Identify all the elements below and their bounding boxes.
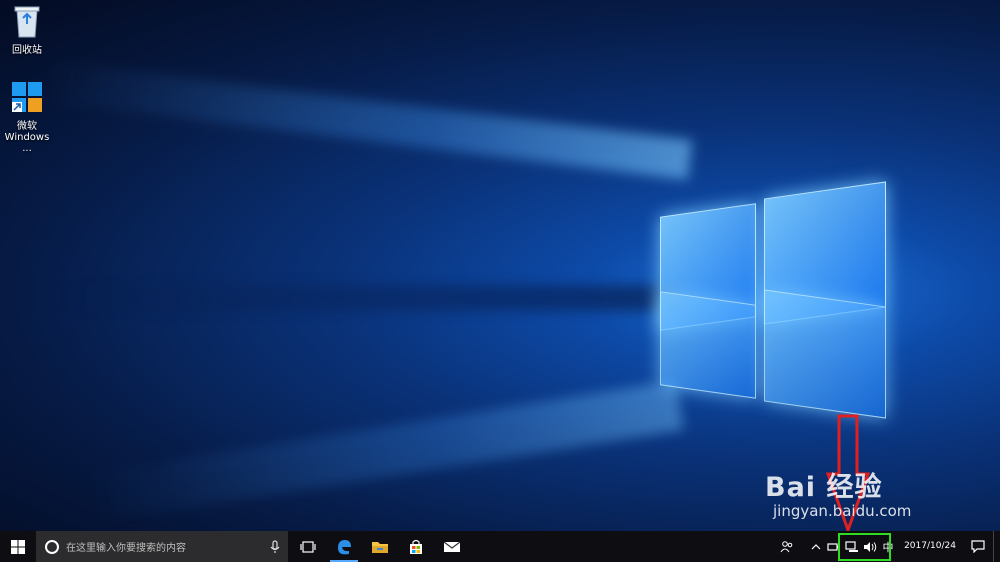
- light-beam: [60, 285, 680, 311]
- desktop-icon-recycle-bin[interactable]: 回收站: [0, 4, 54, 56]
- baidu-watermark: Bai 经验 jingyan.baidu.com: [765, 465, 965, 520]
- taskbar-app-edge[interactable]: [326, 531, 362, 562]
- watermark-main: Bai 经验: [765, 472, 883, 503]
- folder-icon: [372, 541, 388, 553]
- desktop-icon-label: 微软 Windows ...: [4, 121, 50, 154]
- desktop[interactable]: 回收站 微软 Windows ... Bai 经验 jingyan.baidu.…: [0, 0, 1000, 531]
- people-icon: [780, 540, 793, 552]
- light-beam: [83, 380, 684, 524]
- watermark-sub: jingyan.baidu.com: [773, 502, 912, 520]
- windows-start-icon: [11, 539, 25, 554]
- date-display[interactable]: 2017/10/24: [897, 531, 963, 562]
- windows-shortcut-icon: [12, 82, 42, 112]
- chevron-up-icon: [811, 543, 821, 549]
- light-beam: [42, 60, 693, 180]
- taskbar-app-mail[interactable]: [434, 531, 470, 562]
- microphone-icon[interactable]: [262, 539, 288, 554]
- show-desktop-button[interactable]: [993, 531, 1000, 562]
- mail-icon: [443, 541, 461, 552]
- search-box[interactable]: 在这里输入你要搜索的内容: [36, 531, 288, 562]
- cortana-icon: [45, 539, 59, 554]
- taskbar-app-file-explorer[interactable]: [362, 531, 398, 562]
- desktop-icon-windows[interactable]: 微软 Windows ...: [0, 80, 54, 154]
- show-hidden-icons-button[interactable]: [808, 531, 824, 562]
- recycle-bin-icon: [14, 6, 40, 38]
- start-button[interactable]: [0, 531, 36, 562]
- windows-wallpaper-logo: [658, 180, 890, 419]
- people-button[interactable]: [779, 531, 795, 562]
- action-center-button[interactable]: [963, 531, 993, 562]
- notification-icon: [971, 540, 985, 553]
- task-view-icon: [300, 540, 316, 553]
- desktop-icon-label: 回收站: [12, 45, 42, 56]
- task-view-button[interactable]: [290, 531, 326, 562]
- store-icon: [410, 539, 422, 554]
- annotation-green-box: [838, 533, 891, 561]
- taskbar-app-store[interactable]: [398, 531, 434, 562]
- search-placeholder: 在这里输入你要搜索的内容: [66, 543, 186, 554]
- edge-icon: [338, 539, 351, 554]
